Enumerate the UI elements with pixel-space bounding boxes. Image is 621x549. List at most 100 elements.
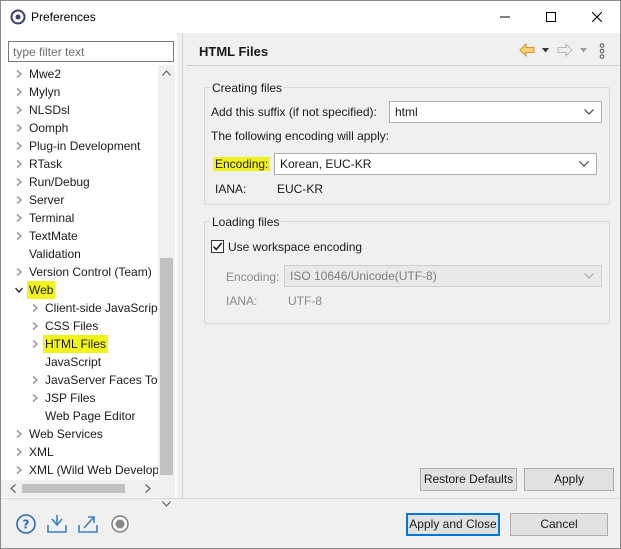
- tree-vertical-scroll-thumb[interactable]: [160, 258, 173, 475]
- minimize-button[interactable]: [482, 1, 528, 33]
- tree-item-label: Validation: [29, 247, 81, 261]
- page-title: HTML Files: [199, 44, 269, 59]
- creating-encoding-value: Korean, EUC-KR: [280, 157, 372, 171]
- record-icon[interactable]: [109, 513, 131, 535]
- chevron-right-icon[interactable]: [15, 268, 23, 276]
- chevron-right-icon[interactable]: [31, 340, 39, 348]
- checkmark-icon: [212, 242, 223, 251]
- tree-item[interactable]: Web: [1, 281, 159, 299]
- tree-item[interactable]: JavaScript: [1, 353, 159, 371]
- help-icon[interactable]: ?: [15, 513, 37, 535]
- tree-item[interactable]: Run/Debug: [1, 173, 159, 191]
- chevron-right-icon[interactable]: [15, 232, 23, 240]
- tree-item[interactable]: NLSDsl: [1, 101, 159, 119]
- tree-item[interactable]: Client-side JavaScript: [1, 299, 159, 317]
- suffix-select[interactable]: html: [389, 101, 602, 123]
- suffix-label: Add this suffix (if not specified):: [211, 105, 377, 119]
- chevron-right-icon[interactable]: [15, 88, 23, 96]
- chevron-right-icon[interactable]: [15, 196, 23, 204]
- chevron-right-icon[interactable]: [15, 448, 23, 456]
- view-menu-icon[interactable]: [599, 43, 605, 59]
- tree-item[interactable]: RTask: [1, 155, 159, 173]
- header-separator: [187, 65, 619, 66]
- tree-item-label: Web Page Editor: [45, 409, 136, 423]
- loading-encoding-select: ISO 10646/Unicode(UTF-8): [284, 265, 602, 287]
- tree-item[interactable]: Mwe2: [1, 65, 159, 83]
- tree-item[interactable]: Terminal: [1, 209, 159, 227]
- import-icon[interactable]: [46, 513, 68, 535]
- tree-item[interactable]: HTML Files: [1, 335, 159, 353]
- tree-item-label: Mylyn: [29, 85, 61, 99]
- tree-item[interactable]: Web Page Editor: [1, 407, 159, 425]
- tree-item[interactable]: XML (Wild Web Developer): [1, 461, 159, 479]
- tree-horizontal-scrollbar[interactable]: [1, 480, 158, 497]
- tree-item[interactable]: JSP Files: [1, 389, 159, 407]
- tree-item-label: XML: [29, 445, 54, 459]
- tree-horizontal-scroll-thumb[interactable]: [22, 484, 125, 493]
- back-arrow-icon[interactable]: [519, 43, 535, 57]
- cancel-button[interactable]: Cancel: [510, 513, 608, 536]
- close-button[interactable]: [574, 1, 620, 33]
- chevron-right-icon[interactable]: [15, 430, 23, 438]
- suffix-value: html: [395, 105, 418, 119]
- tree-item[interactable]: Oomph: [1, 119, 159, 137]
- chevron-right-icon[interactable]: [15, 142, 23, 150]
- tree-item[interactable]: JavaServer Faces Tools: [1, 371, 159, 389]
- tree-item[interactable]: Plug-in Development: [1, 137, 159, 155]
- loading-encoding-value: ISO 10646/Unicode(UTF-8): [290, 269, 437, 283]
- chevron-right-icon[interactable]: [15, 178, 23, 186]
- svg-text:?: ?: [23, 518, 30, 532]
- preference-tree-pane: Mwe2 Mylyn NLSDsl Oomph Plug-in Development R…: [1, 33, 177, 514]
- back-dropdown-icon[interactable]: [542, 48, 549, 53]
- restore-defaults-button[interactable]: Restore Defaults: [420, 468, 517, 491]
- chevron-right-icon[interactable]: [31, 304, 39, 312]
- chevron-right-icon[interactable]: [15, 124, 23, 132]
- creating-iana-value: EUC-KR: [277, 182, 324, 196]
- forward-dropdown-icon: [580, 48, 587, 53]
- scroll-down-icon[interactable]: [162, 501, 171, 507]
- scroll-left-icon[interactable]: [10, 484, 16, 493]
- creating-files-title: Creating files: [210, 81, 285, 95]
- apply-button[interactable]: Apply: [524, 468, 614, 491]
- chevron-down-icon[interactable]: [15, 286, 23, 294]
- tree-item-label: Oomph: [29, 121, 69, 135]
- tree-item-label: JavaServer Faces Tools: [45, 373, 159, 387]
- chevron-right-icon[interactable]: [15, 160, 23, 168]
- chevron-right-icon[interactable]: [15, 466, 23, 474]
- filter-input[interactable]: [8, 41, 174, 62]
- close-icon: [592, 12, 602, 22]
- chevron-right-icon[interactable]: [15, 106, 23, 114]
- chevron-right-icon[interactable]: [15, 70, 23, 78]
- tree-item-label: Run/Debug: [29, 175, 90, 189]
- tree-item[interactable]: Validation: [1, 245, 159, 263]
- tree-item-label: JavaScript: [45, 355, 102, 369]
- chevron-right-icon[interactable]: [31, 394, 39, 402]
- apply-and-close-button[interactable]: Apply and Close: [406, 513, 500, 536]
- chevron-right-icon[interactable]: [15, 214, 23, 222]
- pane-divider[interactable]: [182, 33, 183, 498]
- workspace-encoding-label[interactable]: Use workspace encoding: [228, 240, 362, 254]
- workspace-encoding-checkbox[interactable]: [211, 240, 224, 253]
- tree-item[interactable]: CSS Files: [1, 317, 159, 335]
- loading-encoding-label: Encoding:: [226, 270, 280, 284]
- chevron-right-icon[interactable]: [31, 376, 39, 384]
- chevron-right-icon[interactable]: [31, 322, 39, 330]
- maximize-button[interactable]: [528, 1, 574, 33]
- tree-item[interactable]: XML: [1, 443, 159, 461]
- tree-vertical-scrollbar[interactable]: [158, 65, 175, 514]
- tree-item-label: Terminal: [29, 211, 75, 225]
- tree-item[interactable]: Server: [1, 191, 159, 209]
- creating-encoding-select[interactable]: Korean, EUC-KR: [274, 153, 597, 175]
- tree-item-label: RTask: [29, 157, 63, 171]
- tree-item-label: Plug-in Development: [29, 139, 141, 153]
- loading-iana-value: UTF-8: [288, 294, 322, 308]
- tree-item-label: XML (Wild Web Developer): [29, 463, 159, 477]
- tree-item[interactable]: Mylyn: [1, 83, 159, 101]
- tree-item[interactable]: TextMate: [1, 227, 159, 245]
- tree-item[interactable]: Version Control (Team): [1, 263, 159, 281]
- tree-item[interactable]: Web Services: [1, 425, 159, 443]
- scroll-right-icon[interactable]: [145, 484, 151, 493]
- export-icon[interactable]: [77, 513, 99, 535]
- tree-item-label: Web: [27, 281, 56, 299]
- scroll-up-icon[interactable]: [162, 70, 171, 76]
